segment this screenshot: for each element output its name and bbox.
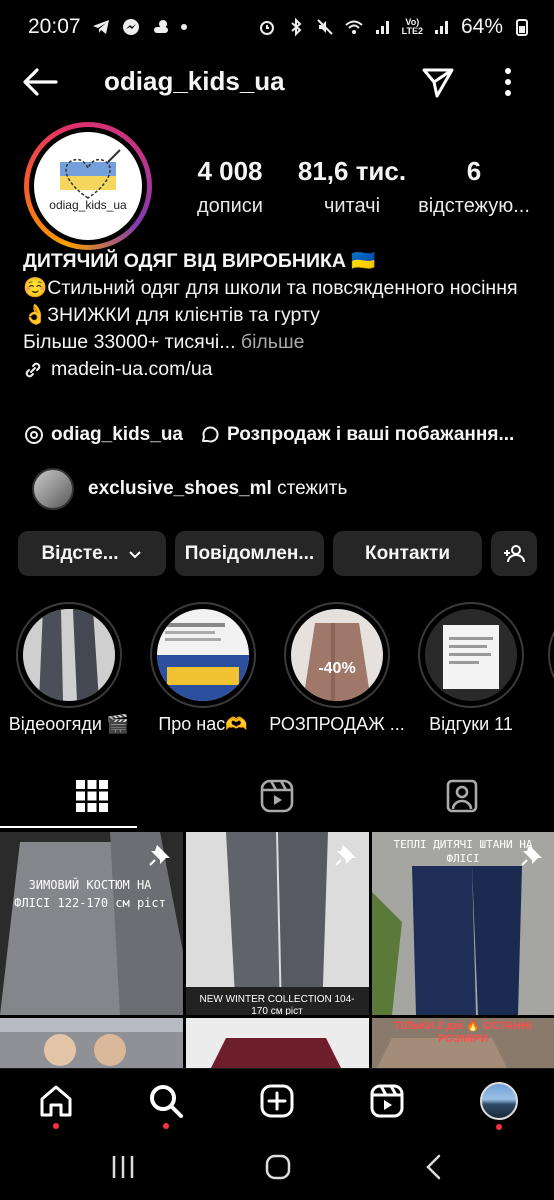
svg-text:-40%: -40% <box>318 660 355 677</box>
reels-tab-icon[interactable] <box>259 778 295 814</box>
home-button-icon[interactable] <box>263 1152 293 1182</box>
profile-chips: odiag_kids_ua Розпродаж і ваші побажання… <box>23 424 514 446</box>
telegram-icon <box>91 17 111 37</box>
reels-icon[interactable] <box>369 1083 405 1119</box>
posts-value: 4 008 <box>197 156 263 186</box>
following-label: відстежую... <box>418 195 530 217</box>
message-button[interactable]: Повідомлен... <box>175 531 324 576</box>
search-notification-dot <box>163 1123 169 1129</box>
threads-icon[interactable] <box>23 424 45 446</box>
broadcast-channel-icon[interactable] <box>199 424 221 446</box>
post-thumbnail[interactable]: ТІЛЬКИ 2 дні 🔥 ОСТАННІ РОЗМІРИ <box>372 1018 554 1068</box>
profile-tabs <box>0 766 554 828</box>
back-button-icon[interactable] <box>420 1152 450 1182</box>
battery-icon <box>512 17 532 37</box>
bio-line-3: Більше 33000+ тисячі... більше <box>23 331 305 353</box>
highlight-video-reviews[interactable]: Відеоогяди 🎬 <box>9 602 129 734</box>
highlight-reviews[interactable]: Відгуки 11 <box>418 602 524 734</box>
posts-count[interactable]: 4 008 дописи <box>180 156 280 218</box>
contacts-button[interactable]: Контакти <box>333 531 482 576</box>
follower-username: exclusive_shoes_ml <box>88 478 272 499</box>
followed-by-row[interactable]: exclusive_shoes_ml стежить <box>32 468 347 510</box>
post-thumbnail[interactable]: NEW WINTER COLLECTION 104-170 см ріст <box>186 832 369 1015</box>
highlight-label: Відгуки 11 <box>429 714 513 734</box>
pin-icon <box>333 842 359 868</box>
wifi-icon <box>344 17 364 37</box>
bluetooth-icon <box>286 17 306 37</box>
signal-icon <box>373 17 393 37</box>
chevron-down-icon <box>128 550 141 558</box>
profile-notification-dot <box>496 1124 502 1130</box>
lte-label: Vo) LTE2 <box>401 17 423 36</box>
avatar-caption: odiag_kids_ua <box>49 198 127 212</box>
threads-handle[interactable]: odiag_kids_ua <box>51 424 183 446</box>
notification-dot <box>180 24 187 30</box>
system-navigation-bar <box>0 1134 554 1200</box>
profile-avatar[interactable]: odiag_kids_ua <box>24 122 152 250</box>
pin-icon <box>519 842 545 868</box>
follower-action: стежить <box>277 478 348 499</box>
status-bar: 20:07 Vo) LTE2 64% <box>0 0 554 54</box>
message-button-label: Повідомлен... <box>184 542 315 564</box>
home-notification-dot <box>53 1123 59 1129</box>
follower-avatar <box>32 468 74 510</box>
channel-name[interactable]: Розпродаж і ваші побажання... <box>227 424 514 446</box>
tagged-tab-icon[interactable] <box>444 778 480 814</box>
profile-nav-avatar[interactable] <box>480 1082 518 1120</box>
highlight-about-us[interactable]: Про нас🫶 <box>150 602 256 734</box>
bio-more-link[interactable]: більше <box>241 331 305 353</box>
posts-grid: ЗИМОВИЙ КОСТЮМ НА ФЛІСІ 122-170 см ріст … <box>0 832 554 1068</box>
contacts-button-label: Контакти <box>364 542 451 564</box>
posts-label: дописи <box>197 195 263 217</box>
link-icon <box>25 362 41 377</box>
search-icon[interactable] <box>148 1083 184 1119</box>
pin-icon <box>147 842 173 868</box>
status-time: 20:07 <box>28 15 81 38</box>
post-caption: NEW WINTER COLLECTION 104-170 см ріст <box>199 994 355 1015</box>
bio-line-1: ☺️Стильний одяг для школи та повсякденно… <box>23 277 518 299</box>
profile-bio: ДИТЯЧИЙ ОДЯГ ВІД ВИРОБНИКА 🇺🇦 ☺️Стильний… <box>23 248 533 383</box>
add-person-icon <box>504 544 525 562</box>
share-send-icon[interactable] <box>420 64 456 100</box>
following-button-label: Відсте... <box>41 542 119 564</box>
avatar-logo: odiag_kids_ua <box>34 132 142 240</box>
following-button[interactable]: Відсте... <box>18 531 166 576</box>
bio-website-link[interactable]: madein-ua.com/ua <box>23 356 533 383</box>
more-options-icon[interactable] <box>494 66 522 98</box>
suggested-users-button[interactable] <box>491 531 537 576</box>
post-thumbnail[interactable]: ТЕПЛІ ДИТЯЧІ ШТАНИ НА ФЛІСІ <box>372 832 554 1015</box>
highlight-next[interactable] <box>548 602 554 708</box>
following-count[interactable]: 6 відстежую... <box>386 156 554 218</box>
alarm-icon <box>257 17 277 37</box>
following-value: 6 <box>466 156 482 186</box>
website-url: madein-ua.com/ua <box>51 358 213 380</box>
bio-name: ДИТЯЧИЙ ОДЯГ ВІД ВИРОБНИКА 🇺🇦 <box>23 250 376 272</box>
signal-icon-2 <box>432 17 452 37</box>
mute-icon <box>315 17 335 37</box>
post-thumbnail[interactable] <box>186 1018 369 1068</box>
post-thumbnail[interactable]: ЗИМОВИЙ КОСТЮМ НА ФЛІСІ 122-170 см ріст <box>0 832 183 1015</box>
bio-line-2: 👌ЗНИЖКИ для клієнтів та гурту <box>23 304 320 326</box>
post-caption: ЗИМОВИЙ КОСТЮМ НА ФЛІСІ 122-170 см ріст <box>14 878 166 910</box>
home-icon[interactable] <box>38 1083 74 1119</box>
highlight-sale[interactable]: -40% РОЗПРОДАЖ ... <box>269 602 405 734</box>
weather-icon <box>151 17 171 37</box>
battery-level: 64% <box>460 15 503 38</box>
post-caption: ТІЛЬКИ 2 дні 🔥 ОСТАННІ РОЗМІРИ <box>394 1020 532 1045</box>
post-thumbnail[interactable] <box>0 1018 183 1068</box>
profile-header: odiag_kids_ua <box>0 54 554 110</box>
bottom-navigation <box>0 1068 554 1134</box>
recent-apps-icon[interactable] <box>108 1152 138 1182</box>
header-username: odiag_kids_ua <box>104 66 285 96</box>
create-post-icon[interactable] <box>259 1083 295 1119</box>
active-tab-indicator <box>0 826 137 828</box>
messenger-icon <box>121 17 141 37</box>
grid-tab-icon[interactable] <box>74 778 110 814</box>
back-arrow-icon[interactable] <box>22 66 58 98</box>
